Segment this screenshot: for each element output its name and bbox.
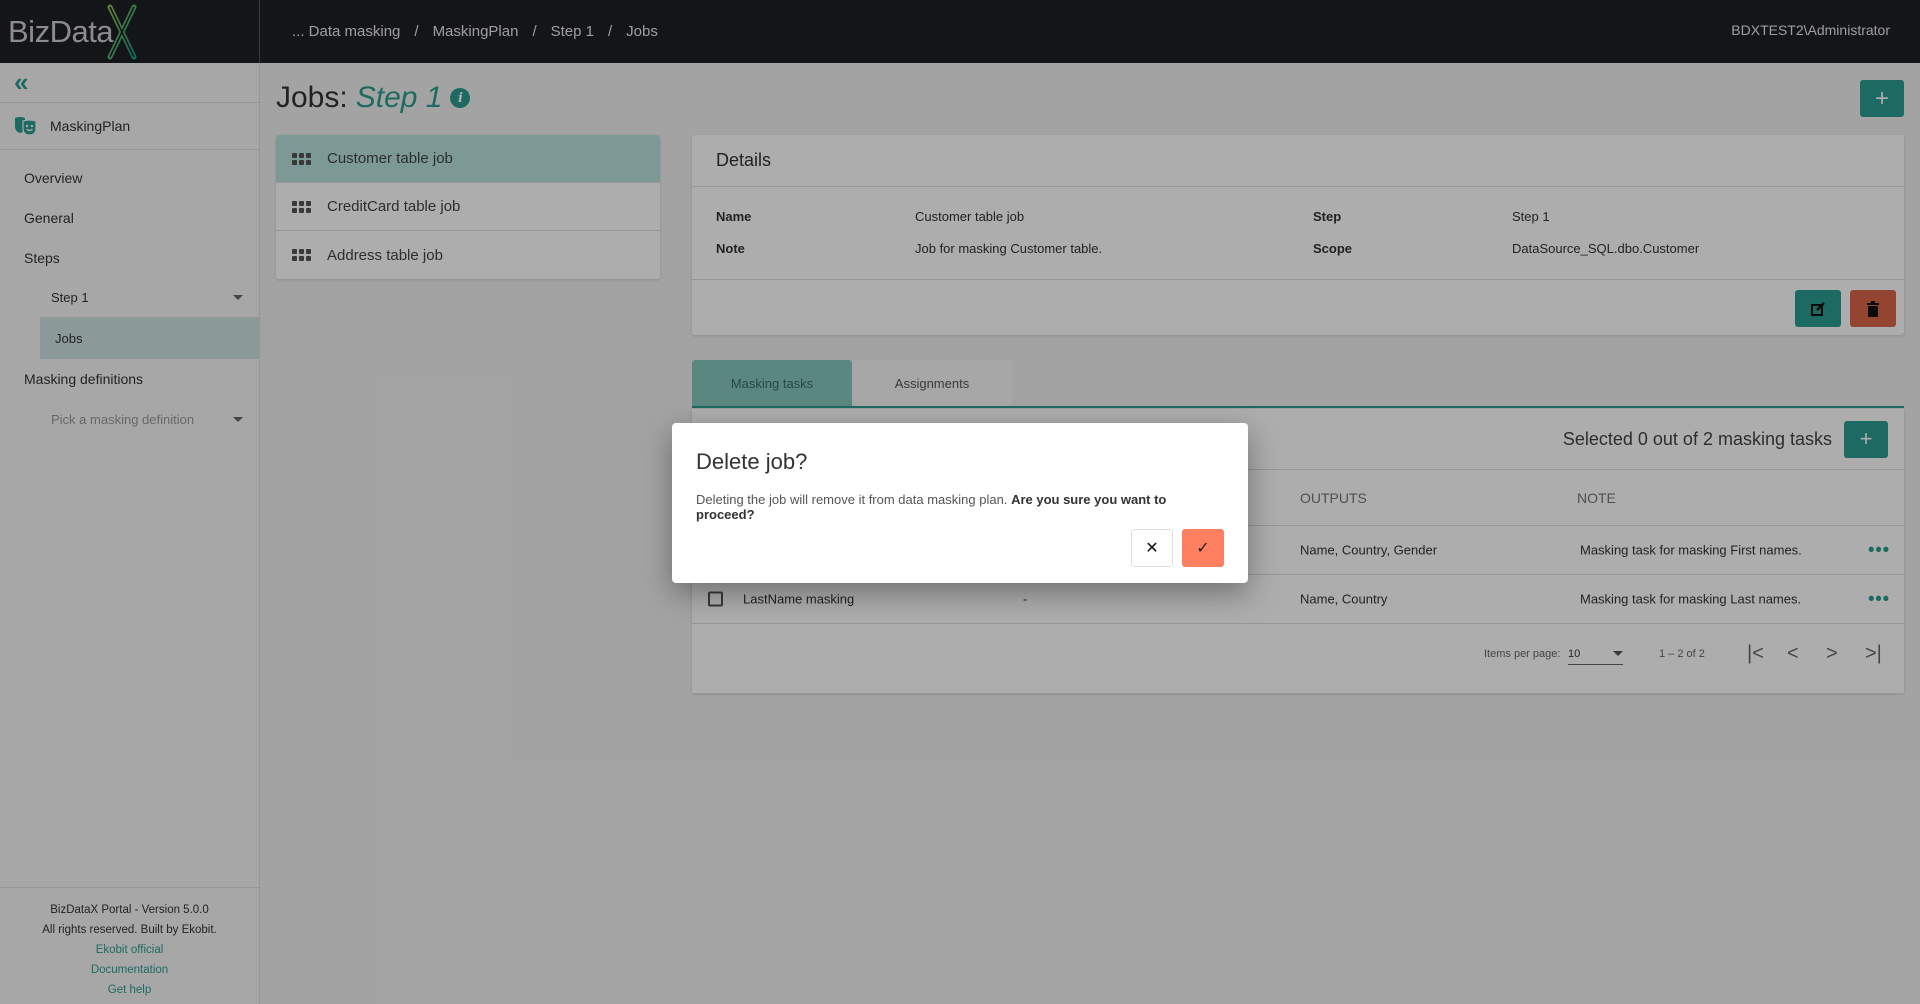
confirm-button[interactable]: ✓: [1182, 529, 1224, 567]
close-icon: ✕: [1145, 540, 1159, 557]
dialog-title: Delete job?: [696, 449, 808, 474]
dialog-actions: ✕ ✓: [1131, 529, 1224, 567]
dialog-message: Deleting the job will remove it from dat…: [696, 492, 1224, 522]
cancel-button[interactable]: ✕: [1131, 529, 1173, 567]
delete-job-dialog: Delete job? Deleting the job will remove…: [672, 423, 1248, 583]
dialog-message-text: Deleting the job will remove it from dat…: [696, 492, 1008, 507]
checkmark-icon: ✓: [1196, 540, 1210, 557]
